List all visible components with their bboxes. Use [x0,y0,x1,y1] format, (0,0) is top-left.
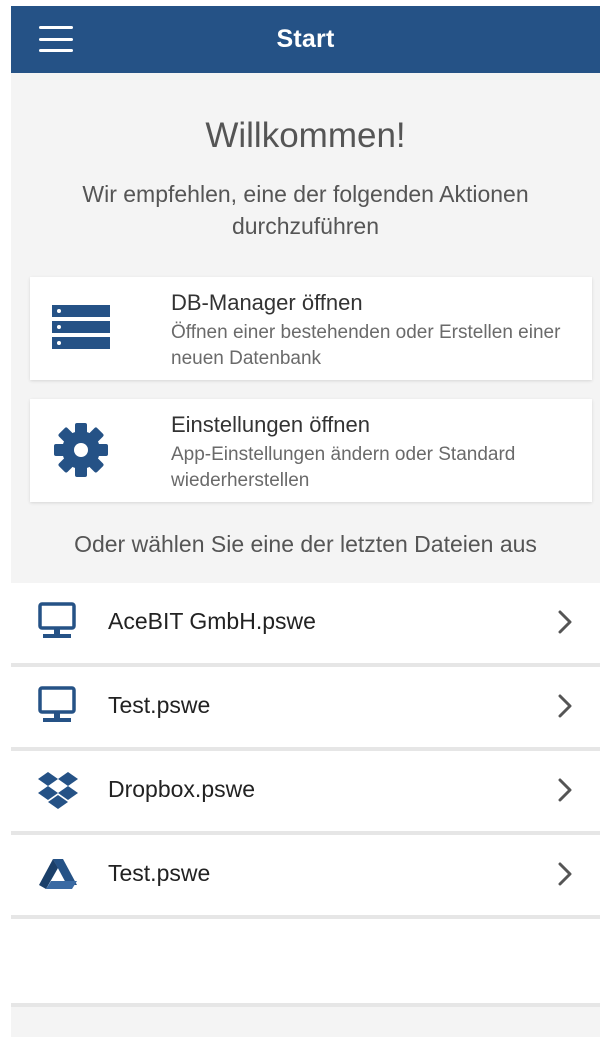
settings-card[interactable]: Einstellungen öffnen App-Einstellungen ä… [30,399,592,502]
gear-icon [52,423,110,477]
chevron-right-icon [558,610,572,634]
computer-icon [37,601,79,643]
hamburger-menu-icon[interactable] [39,26,73,52]
chevron-right-icon [558,694,572,718]
chevron-right-icon [558,778,572,802]
recent-file-name: Test.pswe [108,692,211,718]
google-drive-icon [37,853,79,895]
empty-list-row [11,919,600,1007]
recent-file-row[interactable]: Test.pswe [11,835,600,919]
settings-title: Einstellungen öffnen [171,412,370,437]
app-screen: Start Willkommen! Wir empfehlen, eine de… [11,6,600,1037]
recent-file-name: AceBIT GmbH.pswe [108,608,316,634]
db-manager-description: Öffnen einer bestehenden oder Erstellen … [171,322,561,369]
db-manager-card[interactable]: DB-Manager öffnen Öffnen einer bestehend… [30,277,592,380]
recent-files-heading: Oder wählen Sie eine der letzten Dateien… [74,531,537,557]
computer-icon [37,685,79,727]
settings-description: App-Einstellungen ändern oder Standard w… [171,444,516,491]
recent-file-name: Test.pswe [108,860,211,886]
database-list-icon [52,301,110,355]
chevron-right-icon [558,862,572,886]
welcome-heading: Willkommen! [205,116,406,155]
recent-file-row[interactable]: AceBIT GmbH.pswe [11,583,600,667]
dropbox-icon [37,769,79,811]
top-bar: Start [11,6,600,73]
page-title: Start [276,25,335,53]
recent-file-name: Dropbox.pswe [108,776,256,802]
db-manager-title: DB-Manager öffnen [171,290,363,315]
welcome-subtitle: Wir empfehlen, eine der folgenden Aktion… [82,181,529,239]
recent-file-row[interactable]: Dropbox.pswe [11,751,600,835]
recent-file-row[interactable]: Test.pswe [11,667,600,751]
